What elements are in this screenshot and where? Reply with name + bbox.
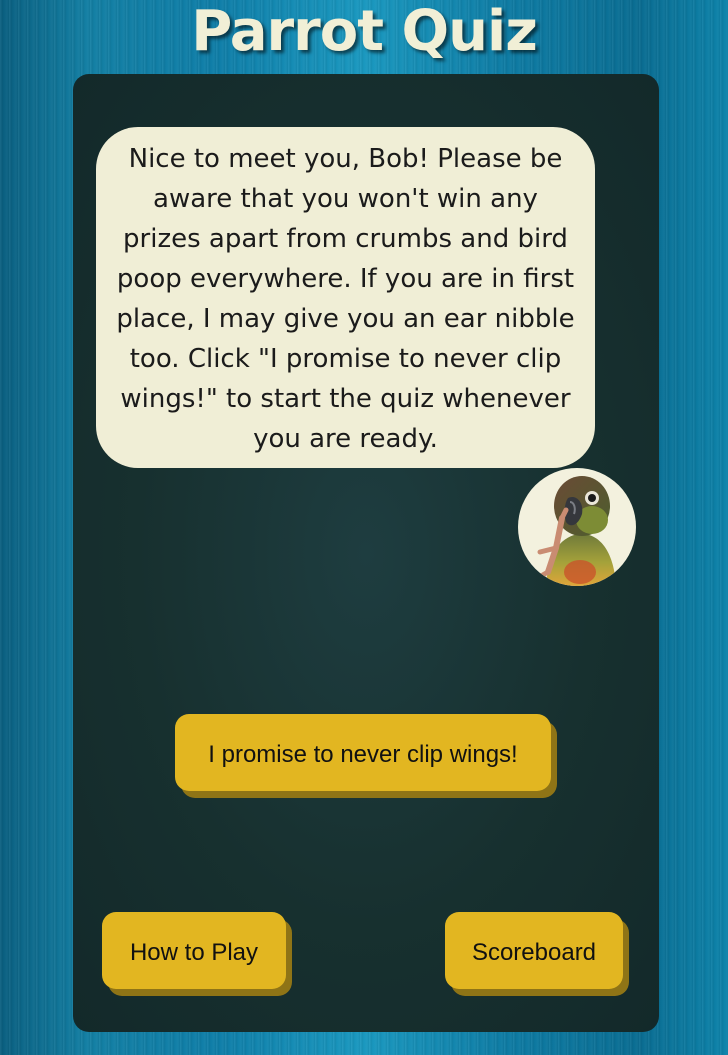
parrot-icon: [531, 476, 616, 586]
parrot-avatar: [518, 468, 636, 586]
speech-bubble: Nice to meet you, Bob! Please be aware t…: [96, 127, 595, 468]
start-quiz-button[interactable]: I promise to never clip wings!: [175, 714, 551, 791]
quiz-panel: Nice to meet you, Bob! Please be aware t…: [73, 74, 659, 1032]
scoreboard-button[interactable]: Scoreboard: [445, 912, 623, 989]
how-to-play-button[interactable]: How to Play: [102, 912, 286, 989]
page-title: Parrot Quiz: [191, 0, 538, 64]
